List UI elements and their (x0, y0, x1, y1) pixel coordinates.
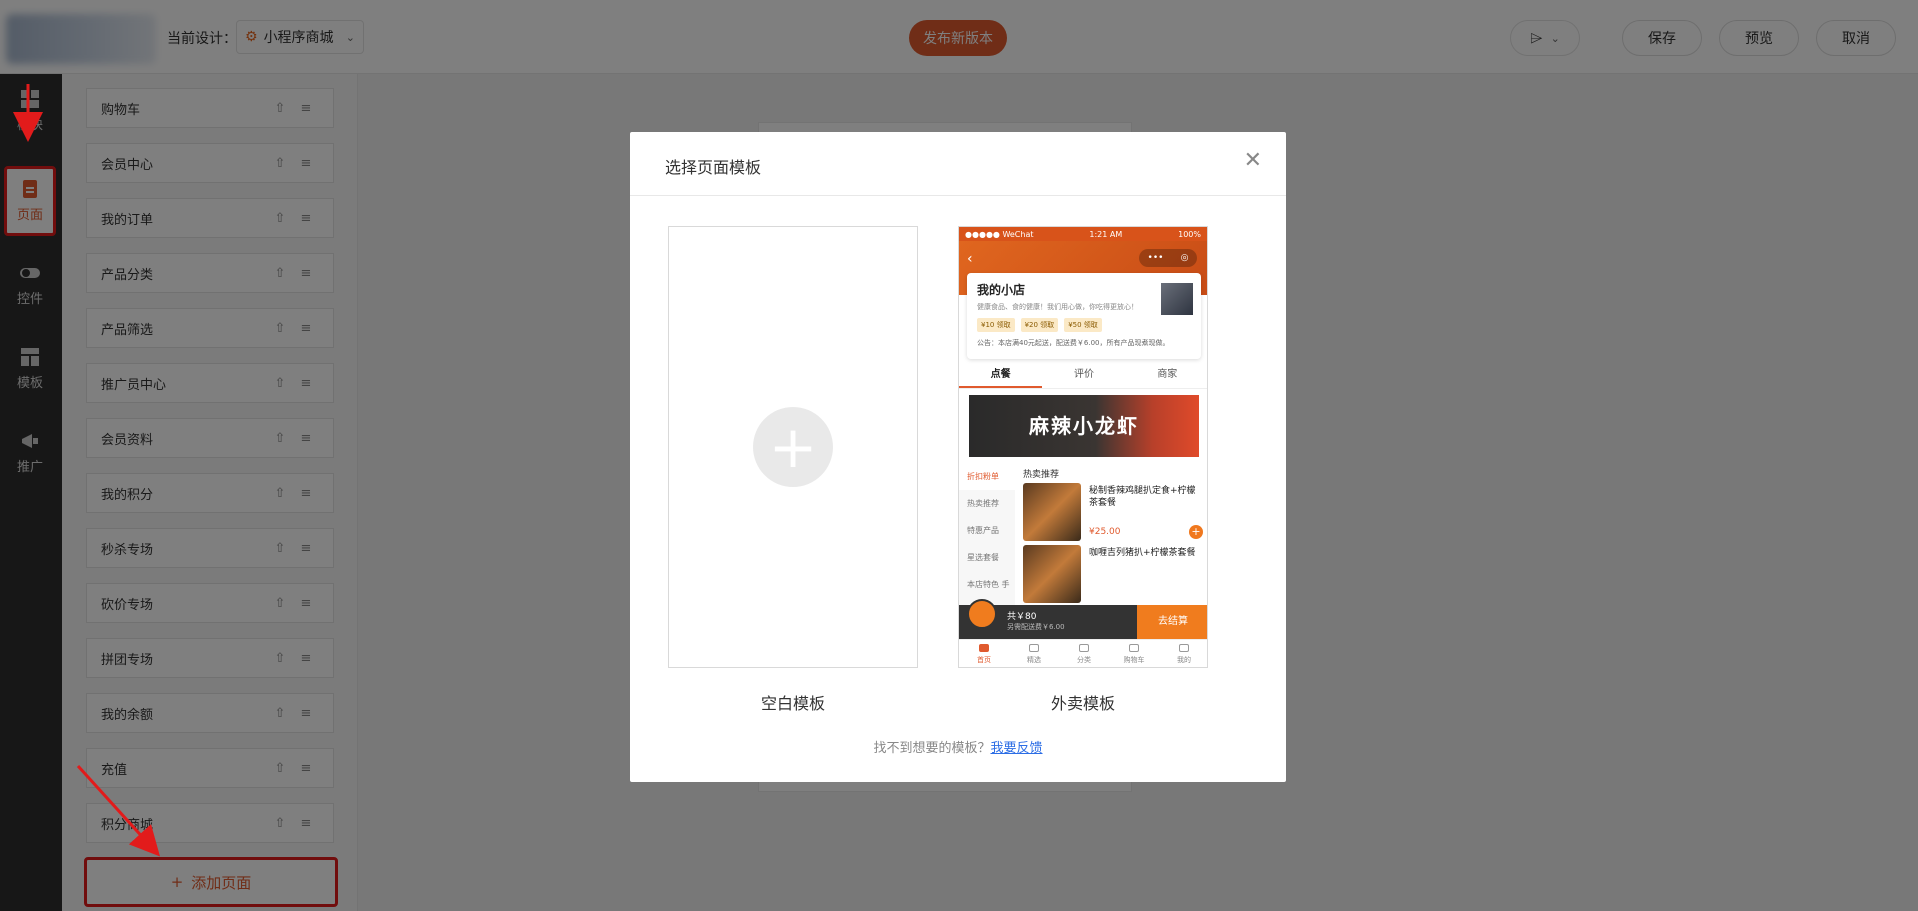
feedback-link[interactable]: 我要反馈 (991, 741, 1043, 756)
shop-card: 我的小店 健康食品、食的健康！我们用心做，你吃得更放心！ ¥10 领取 ¥20 … (967, 273, 1201, 359)
category-item: 折扣粉单 (959, 463, 1015, 490)
plus-icon: + (753, 407, 833, 487)
user-icon (1179, 644, 1189, 652)
close-icon[interactable]: ✕ (1244, 150, 1262, 172)
tabbar-label: 首页 (977, 656, 991, 664)
shop-notice: 公告：本店满40元起送，配送费￥6.00，所有产品现煮现做。 (977, 339, 1170, 347)
phone-status-bar: ●●●●● WeChat 1:21 AM 100% (959, 227, 1207, 241)
tabbar-label: 购物车 (1123, 656, 1145, 664)
tabbar-label: 精选 (1027, 656, 1041, 664)
status-time: 1:21 AM (1089, 229, 1123, 239)
status-battery: 100% (1178, 229, 1201, 239)
home-icon (979, 644, 989, 652)
takeaway-template-caption: 外卖模板 (1050, 694, 1115, 713)
product-image (1023, 545, 1081, 603)
cart-total: 共￥80 (1007, 612, 1037, 622)
category-item: 本店特色 手抓饼 (967, 580, 1010, 616)
cart-icon (1129, 644, 1139, 652)
tabbar-label: 分类 (1077, 656, 1091, 664)
product-item: 秘制香辣鸡腿扒定食+柠檬茶套餐 ¥25.00 + (1023, 483, 1203, 543)
feedback-row: 找不到想要的模板？我要反馈 (630, 737, 1286, 756)
cart-fee: 另需配送费￥6.00 (1007, 623, 1065, 631)
shop-name: 我的小店 (977, 283, 1026, 297)
tabbar-item: 分类 (1059, 640, 1109, 667)
food-banner: 麻辣小龙虾 (969, 395, 1199, 457)
category-item: 星选套餐 (967, 553, 999, 562)
feedback-text: 找不到想要的模板？ (873, 741, 991, 756)
phone-tabbar: 首页 精选 分类 购物车 我的 (959, 639, 1207, 667)
section-title: 热卖推荐 (1023, 470, 1060, 480)
checkout-button: 去结算 (1137, 605, 1207, 639)
tabbar-item: 我的 (1159, 640, 1207, 667)
status-carrier: ●●●●● WeChat (965, 229, 1034, 239)
product-price: ¥25.00 (1089, 527, 1121, 537)
phone-tab: 评价 (1073, 369, 1094, 380)
grid-icon (1079, 644, 1089, 652)
modal-title: 选择页面模板 (665, 158, 762, 177)
category-item: 热卖推荐 (967, 499, 999, 508)
add-cart-icon: + (1189, 525, 1203, 539)
coupon: ¥20 领取 (1020, 318, 1059, 332)
modal-header: 选择页面模板 ✕ (630, 132, 1286, 196)
takeaway-template-card[interactable]: ●●●●● WeChat 1:21 AM 100% ‹ ••• ◎ 我的小店 健康… (958, 226, 1208, 668)
product-name: 秘制香辣鸡腿扒定食+柠檬茶套餐 (1089, 486, 1196, 508)
phone-tab: 点餐 (959, 361, 1043, 388)
category-item: 特惠产品 (967, 526, 999, 535)
blank-template-caption: 空白模板 (760, 694, 825, 713)
coupon: ¥10 领取 (977, 318, 1015, 332)
shop-thumbnail (1161, 283, 1193, 315)
tabbar-item: 购物车 (1109, 640, 1159, 667)
cart-summary: 共￥80 另需配送费￥6.00 (959, 599, 1137, 639)
cart-bag-icon (967, 599, 997, 629)
tabbar-item: 首页 (959, 640, 1009, 667)
coupon-list: ¥10 领取 ¥20 领取 ¥50 领取 (977, 318, 1191, 332)
tabbar-item: 精选 (1009, 640, 1059, 667)
phone-tab: 商家 (1157, 369, 1178, 380)
phone-tabs: 点餐 评价 商家 (959, 361, 1207, 389)
tabbar-label: 我的 (1177, 656, 1191, 664)
template-modal: 选择页面模板 ✕ + 空白模板 ●●●●● WeChat 1:21 AM 100… (630, 132, 1286, 782)
shop-desc: 健康食品、食的健康！我们用心做，你吃得更放心！ (977, 303, 1138, 311)
gift-icon (1029, 644, 1039, 652)
product-item: 咖喱吉列猪扒+柠檬茶套餐 (1023, 545, 1203, 605)
blank-template-card[interactable]: + (668, 226, 918, 668)
product-image (1023, 483, 1081, 541)
back-icon: ‹ (967, 251, 973, 267)
coupon: ¥50 领取 (1064, 318, 1102, 332)
capsule-icon: ••• ◎ (1139, 249, 1197, 267)
product-name: 咖喱吉列猪扒+柠檬茶套餐 (1089, 548, 1196, 558)
cart-bar: 共￥80 另需配送费￥6.00 去结算 (959, 599, 1207, 639)
